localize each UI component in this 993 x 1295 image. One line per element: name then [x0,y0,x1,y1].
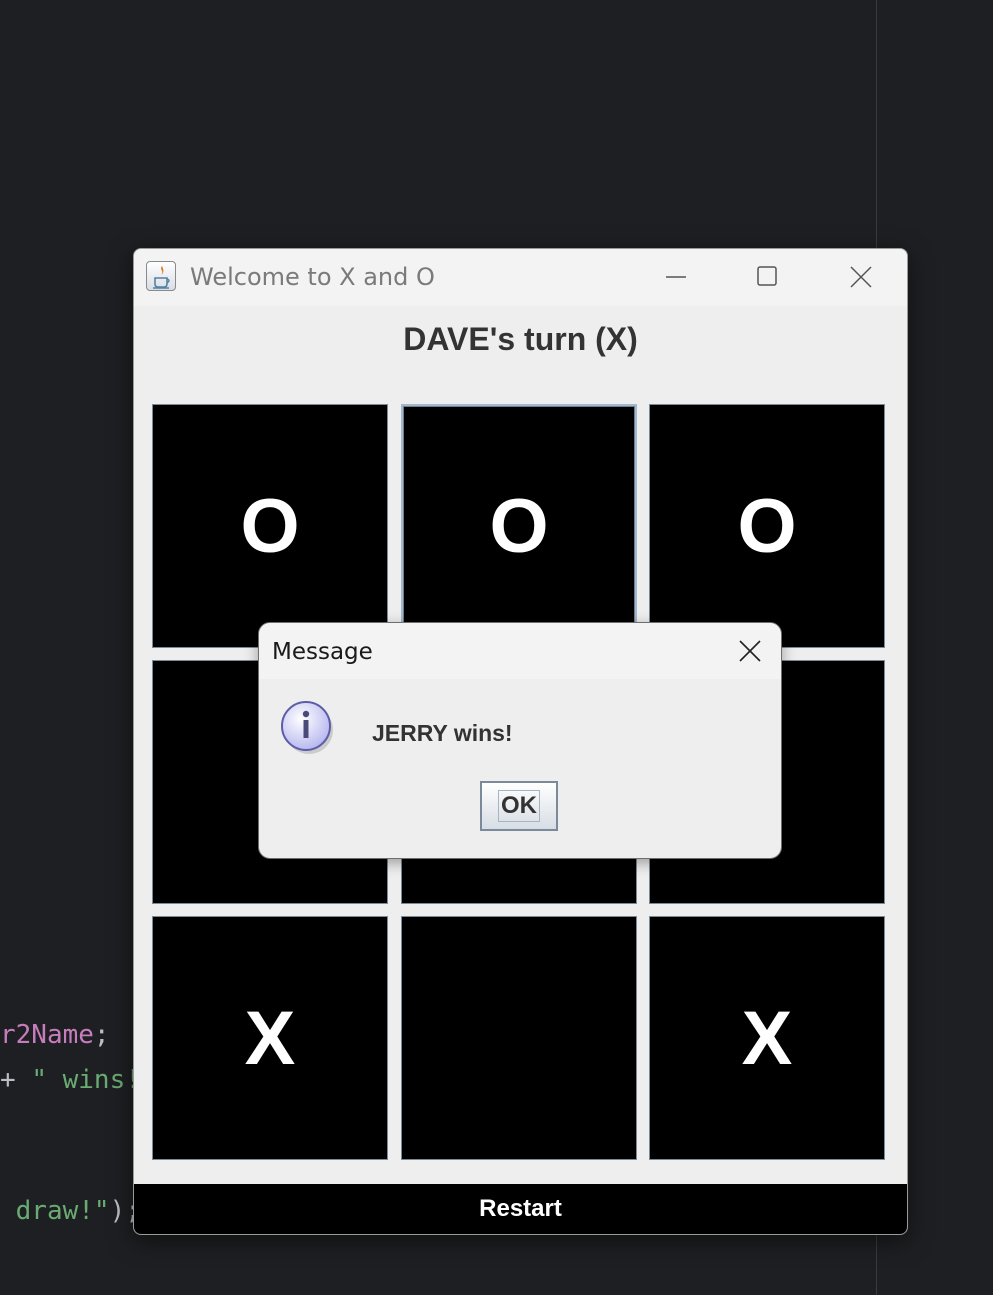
board-cell[interactable]: O [401,404,637,648]
maximize-icon [757,266,777,286]
dialog-title: Message [272,639,373,665]
minimize-button[interactable] [632,249,722,306]
board-cell[interactable]: X [152,916,388,1160]
restart-button[interactable]: Restart [134,1184,907,1234]
close-icon [850,266,872,288]
code-line: r2Name; [0,1020,110,1050]
dialog-message: JERRY wins! [372,720,513,746]
code-token: r2Name [0,1020,94,1050]
dialog-titlebar[interactable]: Message [259,623,781,679]
ok-button-label: OK [498,790,540,822]
close-icon [739,640,761,662]
board-cell[interactable] [401,916,637,1160]
turn-label: DAVE's turn (X) [403,321,638,357]
ok-button[interactable]: OK [480,781,558,831]
close-button[interactable] [815,249,905,306]
minimize-icon [666,276,686,278]
code-token: ; [93,1020,110,1050]
dialog-close-button[interactable] [721,623,781,679]
code-line: draw!"); [0,1196,141,1226]
maximize-button[interactable] [722,249,812,306]
board-cell[interactable]: X [649,916,885,1160]
code-token: + [0,1065,32,1095]
java-app-icon [146,261,176,291]
code-token: " wins! [31,1065,141,1095]
window-titlebar[interactable]: Welcome to X and O [134,249,907,306]
board-cell[interactable]: O [152,404,388,648]
code-line: + " wins! [0,1065,141,1095]
info-icon [281,701,333,754]
board-cell[interactable]: O [649,404,885,648]
code-token: draw!" [0,1196,110,1226]
window-title: Welcome to X and O [190,263,435,291]
message-dialog: Message JERRY wins! OK [258,622,782,859]
